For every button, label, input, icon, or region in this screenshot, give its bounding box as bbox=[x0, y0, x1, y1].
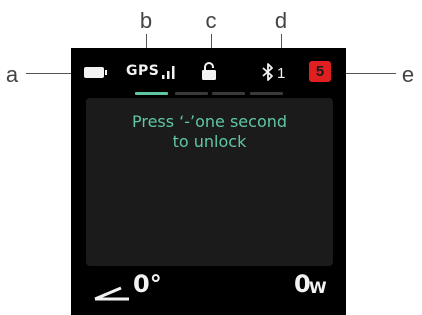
bluetooth-icon bbox=[262, 63, 273, 81]
unlock-instruction: Press ‘-’one second to unlock bbox=[86, 112, 333, 152]
callout-label-a: a bbox=[5, 62, 19, 87]
page-indicator-3 bbox=[212, 92, 245, 95]
notification-badge[interactable]: 5 bbox=[309, 61, 331, 82]
power-unit: W bbox=[309, 278, 327, 297]
callout-label-b: b bbox=[139, 8, 153, 33]
slope-angle-icon bbox=[94, 286, 129, 301]
gps-label: GPS bbox=[126, 63, 160, 79]
angle-value: 0° bbox=[133, 270, 162, 298]
callout-label-d: d bbox=[274, 8, 288, 33]
page-indicator-4 bbox=[250, 92, 283, 95]
battery-icon bbox=[84, 67, 107, 78]
bluetooth-count: 1 bbox=[277, 65, 286, 82]
callout-label-e: e bbox=[401, 62, 415, 87]
lock-message-panel: Press ‘-’one second to unlock bbox=[86, 98, 333, 266]
lock-icon bbox=[202, 62, 216, 80]
page-indicator-1 bbox=[135, 92, 168, 95]
signal-bars-icon bbox=[162, 66, 175, 79]
callout-label-c: c bbox=[205, 8, 217, 33]
device-screen: GPS 1 5 Press ‘-’one second to unlock 0°… bbox=[71, 48, 346, 315]
page-indicator-2 bbox=[175, 92, 208, 95]
unlock-instruction-line-2: to unlock bbox=[172, 132, 247, 151]
angle-metric: 0° bbox=[93, 270, 163, 306]
unlock-instruction-line-1: Press ‘-’one second bbox=[131, 112, 288, 131]
